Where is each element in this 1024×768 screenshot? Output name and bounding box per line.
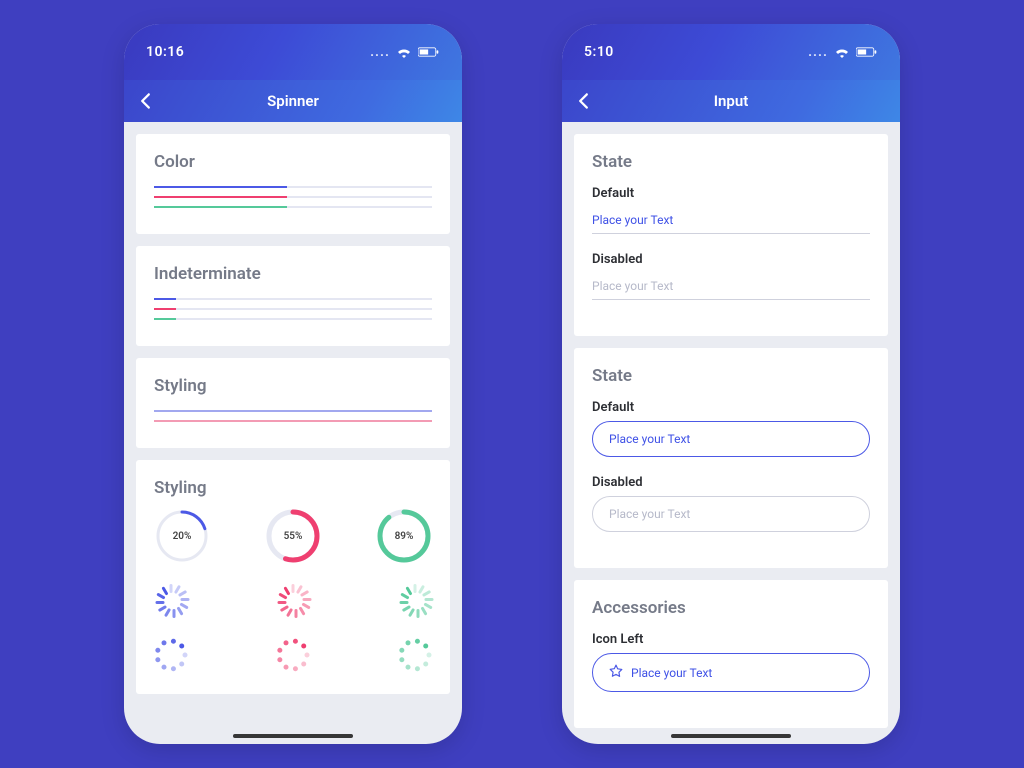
battery-icon bbox=[856, 46, 878, 58]
spoke-spinner-pink bbox=[276, 584, 310, 618]
back-button[interactable] bbox=[140, 93, 151, 110]
status-right: .... bbox=[370, 44, 440, 60]
input-label-default: Default bbox=[592, 186, 870, 201]
phone-input: 5:10 .... Input State Default Place your… bbox=[562, 24, 900, 744]
progress-bar-pink bbox=[154, 308, 432, 310]
section-heading: Indeterminate bbox=[154, 264, 432, 284]
page-title: Spinner bbox=[124, 92, 462, 110]
progress-bar-blue bbox=[154, 186, 432, 188]
input-value: Place your Text bbox=[631, 666, 712, 680]
ring-gauge-row: 20% 55% 89% bbox=[154, 508, 432, 564]
battery-icon bbox=[418, 46, 440, 58]
underline-input-disabled: Place your Text bbox=[592, 273, 870, 300]
input-value: Place your Text bbox=[609, 432, 690, 446]
section-state-underline: State Default Place your Text Disabled P… bbox=[574, 134, 888, 336]
phone-spinner: 10:16 .... Spinner Color Indeterminate bbox=[124, 24, 462, 744]
progress-bar-blue bbox=[154, 410, 432, 412]
section-heading: State bbox=[592, 366, 870, 386]
section-state-pill: State Default Place your Text Disabled P… bbox=[574, 348, 888, 568]
progress-bar-pink bbox=[154, 196, 432, 198]
dots-icon: .... bbox=[370, 44, 390, 60]
back-button[interactable] bbox=[578, 93, 589, 110]
section-styling-spinners: Styling 20% 55% 89% bbox=[136, 460, 450, 694]
section-styling-bars: Styling bbox=[136, 358, 450, 448]
status-bar: 10:16 .... bbox=[124, 24, 462, 80]
section-heading: Color bbox=[154, 152, 432, 172]
ring-gauge-green: 89% bbox=[376, 508, 432, 564]
section-indeterminate: Indeterminate bbox=[136, 246, 450, 346]
wifi-icon bbox=[396, 46, 412, 58]
spoke-spinner-blue bbox=[154, 584, 188, 618]
section-heading: Styling bbox=[154, 376, 432, 396]
status-time: 10:16 bbox=[146, 44, 184, 60]
status-bar: 5:10 .... bbox=[562, 24, 900, 80]
dot-spinner-row bbox=[154, 638, 432, 672]
progress-bar-blue bbox=[154, 298, 432, 300]
status-time: 5:10 bbox=[584, 44, 614, 60]
nav-bar: Spinner bbox=[124, 80, 462, 122]
nav-bar: Input bbox=[562, 80, 900, 122]
input-label-disabled: Disabled bbox=[592, 252, 870, 267]
section-heading: Styling bbox=[154, 478, 432, 498]
status-right: .... bbox=[808, 44, 878, 60]
ring-gauge-pink: 55% bbox=[265, 508, 321, 564]
underline-input-default[interactable]: Place your Text bbox=[592, 207, 870, 234]
dots-icon: .... bbox=[808, 44, 828, 60]
progress-bar-green bbox=[154, 318, 432, 320]
pill-input-icon-left[interactable]: Place your Text bbox=[592, 653, 870, 692]
section-accessories: Accessories Icon Left Place your Text bbox=[574, 580, 888, 728]
pill-input-default[interactable]: Place your Text bbox=[592, 421, 870, 457]
ring-gauge-blue: 20% bbox=[154, 508, 210, 564]
progress-bar-pink bbox=[154, 420, 432, 422]
section-heading: State bbox=[592, 152, 870, 172]
pill-input-disabled: Place your Text bbox=[592, 496, 870, 532]
home-indicator bbox=[671, 734, 791, 738]
section-heading: Accessories bbox=[592, 598, 870, 618]
input-label-default: Default bbox=[592, 400, 870, 415]
progress-bar-green bbox=[154, 206, 432, 208]
spoke-spinner-row bbox=[154, 584, 432, 618]
wifi-icon bbox=[834, 46, 850, 58]
dot-spinner-green bbox=[398, 638, 432, 672]
content-area: Color Indeterminate Styling Styling 20% … bbox=[124, 122, 462, 744]
input-value: Place your Text bbox=[609, 507, 690, 521]
input-label-disabled: Disabled bbox=[592, 475, 870, 490]
dot-spinner-blue bbox=[154, 638, 188, 672]
spoke-spinner-green bbox=[398, 584, 432, 618]
page-title: Input bbox=[562, 92, 900, 110]
dot-spinner-pink bbox=[276, 638, 310, 672]
home-indicator bbox=[233, 734, 353, 738]
star-icon bbox=[609, 664, 623, 681]
section-color: Color bbox=[136, 134, 450, 234]
content-area: State Default Place your Text Disabled P… bbox=[562, 122, 900, 744]
input-label-icon-left: Icon Left bbox=[592, 632, 870, 647]
